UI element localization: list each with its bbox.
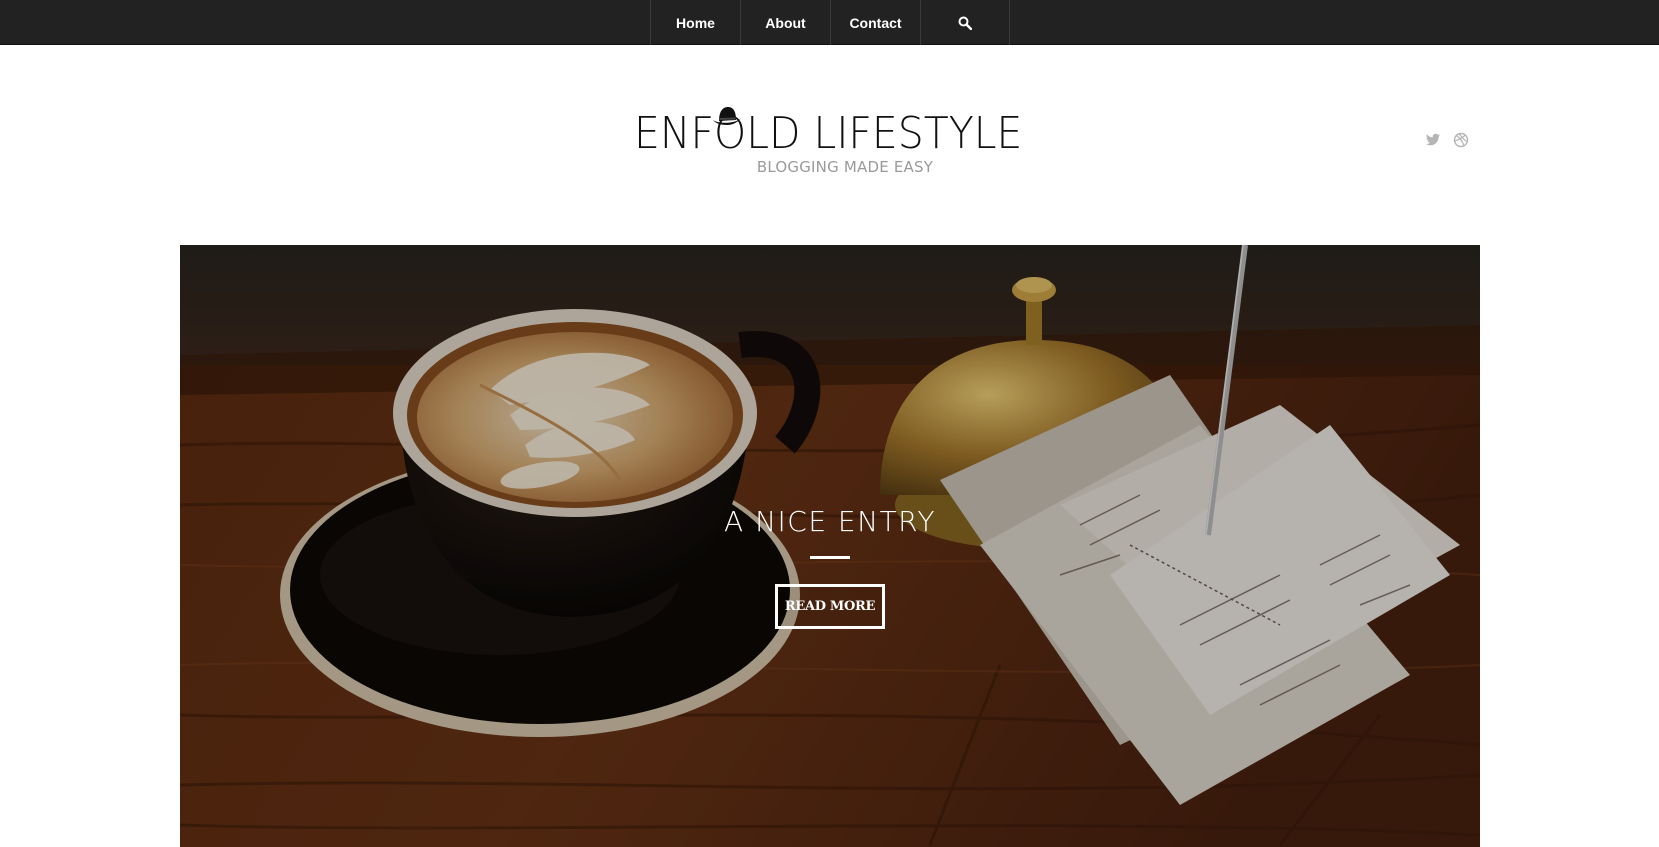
search-button[interactable] xyxy=(921,0,1010,45)
read-more-button[interactable]: READ MORE xyxy=(775,584,885,629)
nav-item-label: Home xyxy=(676,14,715,31)
dribbble-icon[interactable] xyxy=(1453,132,1469,148)
hero-overlay xyxy=(180,245,1480,847)
site-logo[interactable]: ENFOLD LIFESTYLE BLOGGING MADE EASY xyxy=(600,100,1060,180)
nav-item-about[interactable]: About xyxy=(741,0,831,45)
top-navigation-bar: Home About Contact xyxy=(0,0,1659,45)
nav-item-label: About xyxy=(765,14,806,31)
twitter-icon[interactable] xyxy=(1425,132,1441,148)
logo-title: ENFOLD LIFESTYLE xyxy=(634,108,1023,159)
logo-tagline: BLOGGING MADE EASY xyxy=(756,158,934,176)
social-links xyxy=(1425,132,1469,148)
search-icon xyxy=(958,16,972,30)
bowler-hat-icon xyxy=(713,107,741,125)
nav-item-label: Contact xyxy=(849,14,902,31)
nav-item-contact[interactable]: Contact xyxy=(831,0,921,45)
main-menu: Home About Contact xyxy=(650,0,1010,45)
nav-item-home[interactable]: Home xyxy=(651,0,741,45)
featured-post-banner[interactable]: A NICE ENTRY READ MORE xyxy=(180,245,1480,847)
title-divider xyxy=(810,556,850,559)
post-title[interactable]: A NICE ENTRY xyxy=(180,505,1480,538)
